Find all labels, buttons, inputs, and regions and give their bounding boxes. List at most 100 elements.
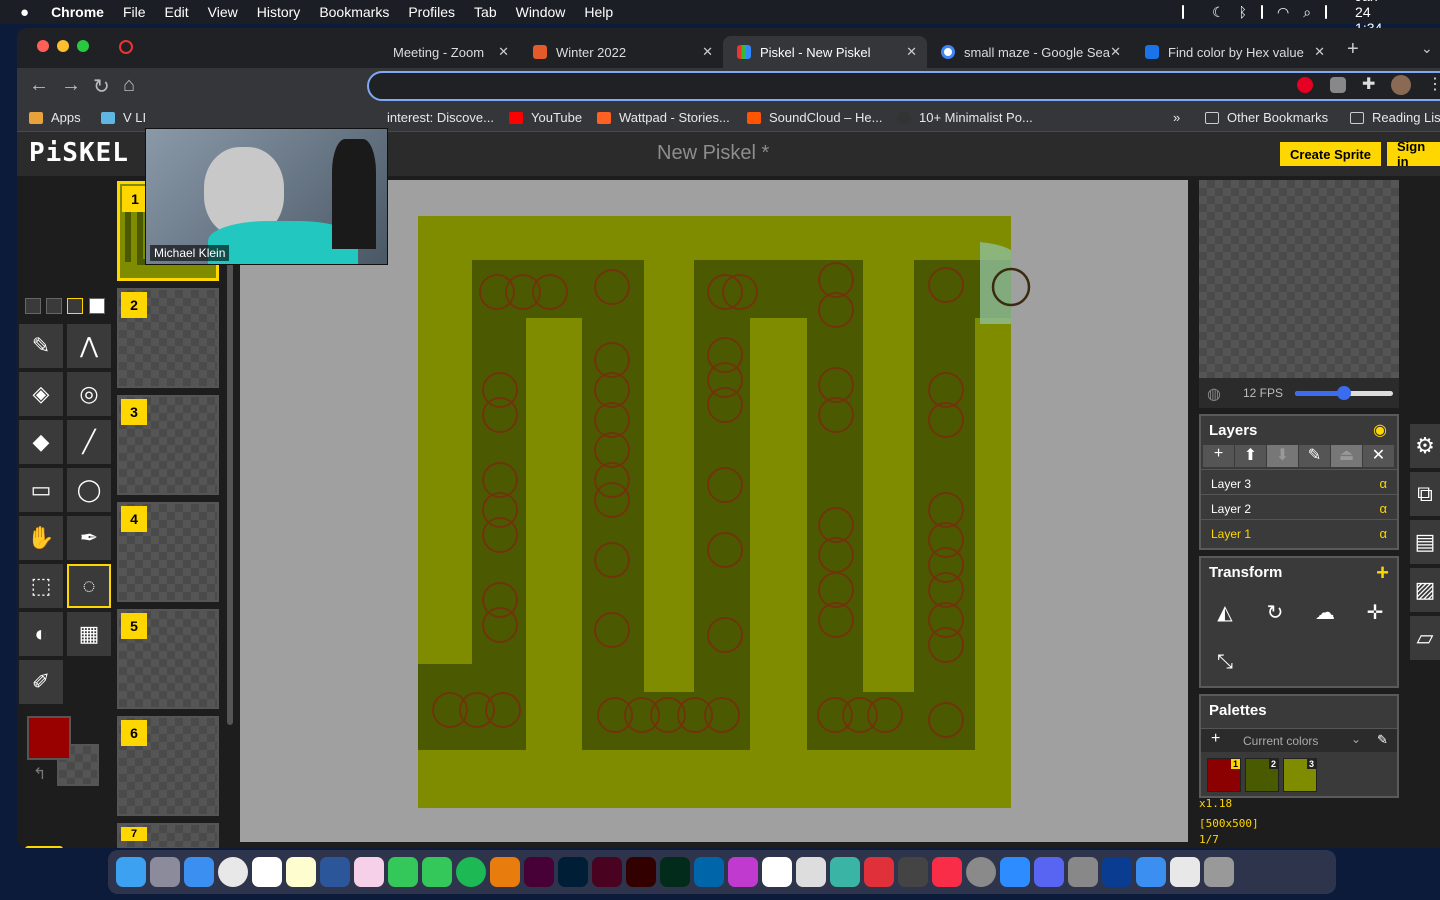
frame-thumbnail[interactable]: 2 [117, 288, 219, 388]
safari-icon[interactable] [184, 857, 214, 887]
tab-piskel[interactable]: Piskel - New Piskel ✕ [723, 36, 927, 68]
rename-layer-icon[interactable]: ✎ [1299, 445, 1330, 467]
profile-avatar[interactable] [1391, 75, 1411, 95]
indesign-icon[interactable] [592, 857, 622, 887]
pen-size-3[interactable] [67, 298, 83, 314]
drawing-stage[interactable] [240, 180, 1188, 842]
palette-select[interactable]: Current colors [1243, 734, 1318, 748]
fps-slider-handle[interactable] [1337, 386, 1351, 400]
reload-icon[interactable]: ↻ [93, 74, 110, 99]
bookmark-soundcloud[interactable]: SoundCloud – He... [747, 110, 882, 125]
frame-thumbnail[interactable]: 3 [117, 395, 219, 495]
lasso-select-tool-icon[interactable]: ◌ [67, 564, 111, 608]
close-window-button[interactable] [37, 40, 49, 52]
toggle-layer-preview-icon[interactable]: ◉ [1373, 420, 1387, 440]
dithering-tool-icon[interactable]: ▦ [67, 612, 111, 656]
fps-slider[interactable] [1295, 386, 1393, 400]
screen-icon[interactable] [1182, 5, 1184, 19]
music-icon[interactable] [932, 857, 962, 887]
menu-tab[interactable]: Tab [474, 4, 497, 20]
spotify-icon[interactable] [456, 857, 486, 887]
dimension-icon[interactable] [660, 857, 690, 887]
illustrator-icon[interactable] [626, 857, 656, 887]
webex-icon[interactable] [1102, 857, 1132, 887]
finder-icon[interactable] [116, 857, 146, 887]
blender-icon[interactable] [490, 857, 520, 887]
tab-find-color[interactable]: Find color by Hex value ✕ [1131, 36, 1335, 68]
sign-in-button[interactable]: Sign in [1387, 139, 1440, 169]
discord-icon[interactable] [1034, 857, 1064, 887]
palette-color[interactable]: 3 [1283, 758, 1317, 792]
close-tab-icon[interactable]: ✕ [702, 44, 713, 60]
wifi-icon[interactable]: ◠ [1277, 4, 1289, 21]
layer-alpha-icon[interactable]: α [1379, 501, 1387, 516]
shape-select-tool-icon[interactable]: ✒ [67, 516, 111, 560]
menu-chrome[interactable]: Chrome [51, 4, 104, 20]
extension-icon[interactable] [1330, 77, 1346, 93]
trash-icon[interactable] [1204, 857, 1234, 887]
bookmarks-overflow[interactable]: » [1173, 110, 1180, 125]
tab-zoom[interactable]: Meeting - Zoom ✕ [379, 36, 519, 68]
menu-profiles[interactable]: Profiles [408, 4, 455, 20]
menu-window[interactable]: Window [516, 4, 566, 20]
save-icon[interactable]: ▤ [1410, 520, 1440, 564]
piskel-logo[interactable]: PiSKEL [29, 138, 129, 168]
flip-icon[interactable]: ◭ [1203, 590, 1247, 634]
control-center-icon[interactable] [1325, 5, 1328, 19]
bookmark-vli[interactable]: V LI [101, 110, 146, 125]
puzzle-extensions-icon[interactable]: ✚ [1362, 74, 1375, 94]
photoshop-icon[interactable] [558, 857, 588, 887]
dreamweaver-icon[interactable] [524, 857, 554, 887]
rotate-icon[interactable]: ↻ [1253, 590, 1297, 634]
frame-thumbnail[interactable]: 4 [117, 502, 219, 602]
notion-icon[interactable] [762, 857, 792, 887]
frame-thumbnail[interactable]: 7 [117, 823, 219, 848]
move-layer-down-icon[interactable]: ⬇ [1267, 445, 1298, 467]
zoom-video-overlay[interactable]: Michael Klein [145, 128, 388, 265]
center-icon[interactable]: ✛ [1353, 590, 1397, 634]
crop-icon[interactable]: ⤡ [1203, 640, 1247, 684]
color-picker-tool-icon[interactable]: ✐ [19, 660, 63, 704]
zoom-icon[interactable] [1000, 857, 1030, 887]
pen-size-2[interactable] [46, 298, 62, 314]
frame-thumbnail[interactable]: 6 [117, 716, 219, 816]
pen-size-4[interactable] [89, 298, 105, 314]
primary-color-swatch[interactable] [27, 716, 71, 760]
menu-help[interactable]: Help [584, 4, 613, 20]
layer-alpha-icon[interactable]: α [1379, 476, 1387, 491]
search-icon[interactable]: ⌕ [1303, 4, 1311, 21]
bookmark-apps[interactable]: Apps [29, 110, 81, 125]
resize-icon[interactable]: ⧉ [1410, 472, 1440, 516]
add-palette-icon[interactable]: + [1211, 730, 1220, 748]
chevron-down-icon[interactable]: ⌄ [1351, 732, 1361, 746]
bookmark-pinterest[interactable]: interest: Discove... [387, 110, 494, 125]
other-bookmarks[interactable]: Other Bookmarks [1205, 110, 1328, 125]
add-transform-icon[interactable]: + [1376, 560, 1389, 586]
back-icon[interactable]: ← [29, 74, 49, 97]
pinterest-extension-icon[interactable] [1297, 77, 1313, 93]
import-folder-icon[interactable]: ▱ [1410, 616, 1440, 660]
game-app-icon[interactable] [898, 857, 928, 887]
bookmark-minimalist[interactable]: 10+ Minimalist Po... [897, 110, 1033, 125]
onion-skin-icon[interactable]: ◍ [1207, 384, 1221, 404]
paint-same-color-tool-icon[interactable]: ◎ [67, 372, 111, 416]
reading-list[interactable]: Reading List [1350, 110, 1440, 125]
battery-icon[interactable] [1260, 5, 1263, 19]
messages-icon[interactable] [422, 857, 452, 887]
palette-color[interactable]: 1 [1207, 758, 1241, 792]
add-layer-icon[interactable]: + [1203, 445, 1234, 467]
new-tab-button[interactable]: + [1347, 38, 1359, 61]
move-layer-up-icon[interactable]: ⬆ [1235, 445, 1266, 467]
edit-palette-icon[interactable]: ✎ [1377, 732, 1388, 748]
delete-layer-icon[interactable]: ✕ [1363, 445, 1394, 467]
mail-icon[interactable] [1136, 857, 1166, 887]
chrome-icon[interactable] [218, 857, 248, 887]
settings-gear-icon[interactable]: ⚙ [1410, 424, 1440, 468]
apple-menu-icon[interactable]: ● [20, 4, 29, 21]
menu-file[interactable]: File [123, 4, 146, 20]
canvas[interactable] [240, 180, 1188, 842]
swap-colors-icon[interactable]: ↰ [33, 764, 46, 784]
lighten-tool-icon[interactable]: ◐ [19, 612, 63, 656]
document-icon[interactable] [1170, 857, 1200, 887]
minimize-window-button[interactable] [57, 40, 69, 52]
